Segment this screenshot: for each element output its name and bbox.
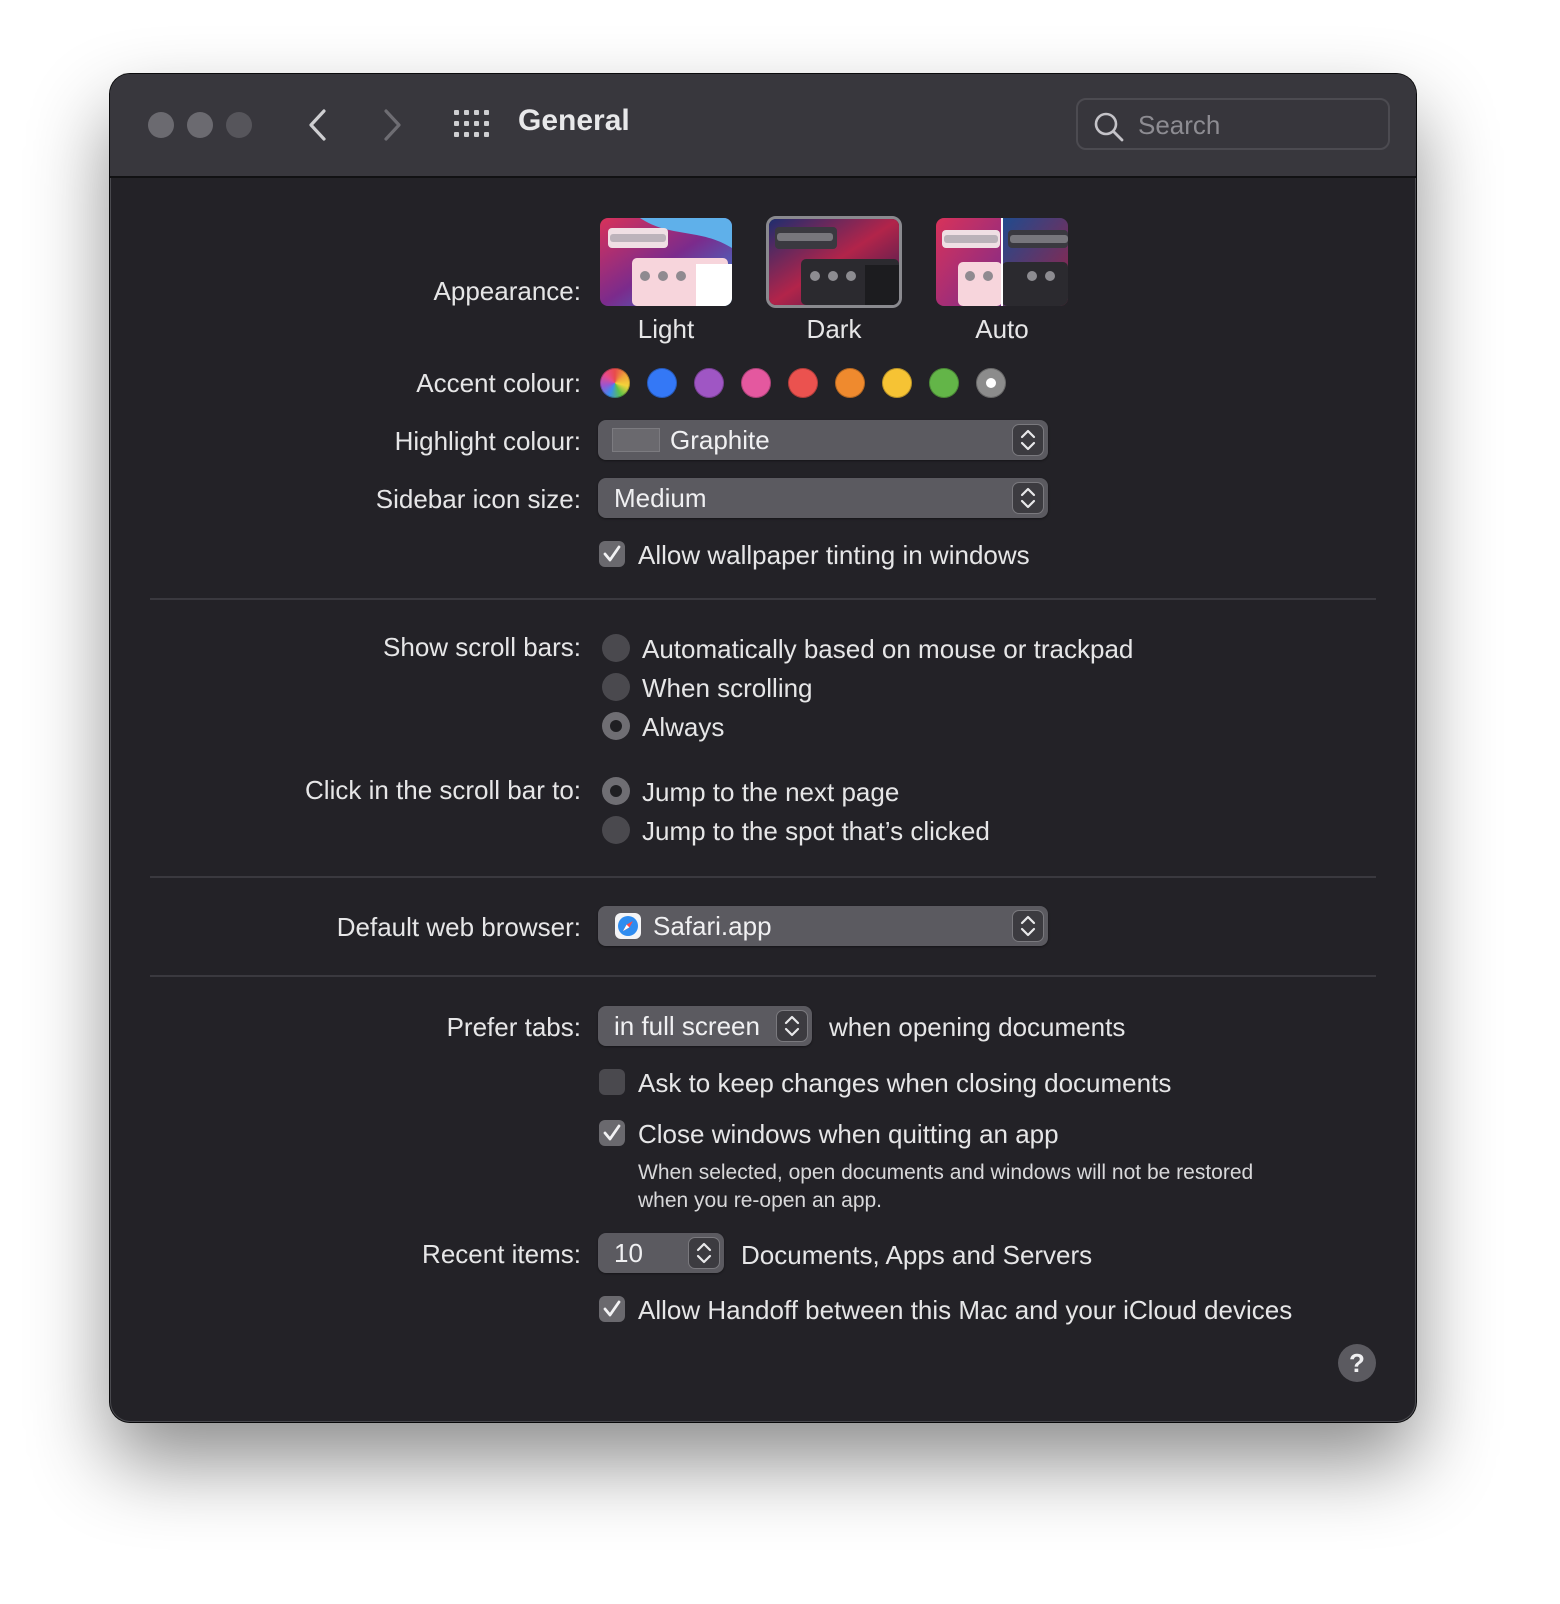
accent-pink-swatch[interactable]: [741, 368, 771, 398]
updown-arrows-icon: [776, 1010, 808, 1042]
click-spot-clicked-radio[interactable]: [602, 816, 630, 844]
show-all-button[interactable]: [454, 110, 490, 138]
recent-items-suffix: Documents, Apps and Servers: [741, 1240, 1093, 1270]
appearance-label: Appearance:: [433, 276, 581, 306]
ask-keep-changes-label: Ask to keep changes when closing documen…: [638, 1068, 1172, 1098]
appearance-light-option[interactable]: [600, 218, 732, 306]
scroll-bars-always-radio[interactable]: [602, 712, 630, 740]
updown-arrows-icon: [688, 1237, 720, 1269]
dark-appearance-preview-icon: [769, 219, 899, 305]
ask-keep-changes-checkbox[interactable]: [599, 1069, 625, 1095]
checkmark-icon: [603, 545, 621, 562]
back-button[interactable]: [298, 104, 338, 146]
appearance-dark-label: Dark: [806, 314, 862, 344]
show-scroll-bars-label: Show scroll bars:: [383, 632, 581, 662]
section-divider: [150, 598, 1376, 600]
sidebar-icon-size-popup[interactable]: Medium: [598, 478, 1048, 518]
close-windows-note-line2: when you re-open an app.: [638, 1189, 883, 1212]
scroll-bars-automatic-radio[interactable]: [602, 634, 630, 662]
safari-icon: [615, 913, 641, 939]
recent-items-label: Recent items:: [422, 1239, 581, 1269]
prefer-tabs-popup[interactable]: in full screen: [598, 1006, 812, 1046]
click-scroll-bar-label: Click in the scroll bar to:: [305, 775, 581, 805]
scroll-bars-when-scrolling-radio[interactable]: [602, 673, 630, 701]
scroll-bars-when-scrolling-label: When scrolling: [642, 673, 813, 703]
system-preferences-window: General Appearance: Light: [110, 74, 1416, 1422]
auto-appearance-preview-icon: [936, 218, 1068, 306]
accent-orange-swatch[interactable]: [835, 368, 865, 398]
updown-arrows-icon: [1012, 424, 1044, 456]
accent-green-swatch[interactable]: [929, 368, 959, 398]
scroll-bars-automatic-label: Automatically based on mouse or trackpad: [642, 634, 1134, 664]
chevron-right-icon: [384, 109, 401, 141]
checkmark-icon: [603, 1300, 621, 1317]
click-next-page-radio[interactable]: [602, 777, 630, 805]
handoff-checkbox[interactable]: [599, 1296, 625, 1322]
window-title: General: [518, 104, 630, 137]
appearance-dark-option[interactable]: [766, 216, 902, 308]
search-field[interactable]: [1076, 98, 1390, 150]
title-bar: General: [110, 74, 1416, 178]
help-button[interactable]: ?: [1338, 1344, 1376, 1382]
chevron-left-icon: [309, 109, 326, 141]
default-browser-label: Default web browser:: [336, 912, 581, 942]
wallpaper-tinting-label: Allow wallpaper tinting in windows: [638, 540, 1030, 570]
accent-colour-label: Accent colour:: [416, 368, 581, 398]
help-label: ?: [1349, 1348, 1365, 1378]
scroll-bars-always-label: Always: [642, 712, 725, 742]
recent-items-popup[interactable]: 10: [598, 1233, 724, 1273]
selected-indicator-icon: [986, 378, 996, 388]
section-divider: [150, 876, 1376, 878]
highlight-colour-label: Highlight colour:: [394, 426, 581, 456]
appearance-auto-option[interactable]: [936, 218, 1068, 306]
recent-items-value: 10: [614, 1238, 643, 1268]
forward-button[interactable]: [372, 104, 412, 146]
zoom-window-button[interactable]: [226, 112, 252, 138]
close-windows-note-line1: When selected, open documents and window…: [638, 1161, 1254, 1184]
checkmark-icon: [603, 1124, 621, 1141]
prefer-tabs-suffix: when opening documents: [829, 1012, 1126, 1042]
updown-arrows-icon: [1012, 482, 1044, 514]
handoff-label: Allow Handoff between this Mac and your …: [638, 1295, 1293, 1325]
sidebar-icon-size-value: Medium: [614, 483, 707, 513]
close-windows-label: Close windows when quitting an app: [638, 1119, 1059, 1149]
accent-red-swatch[interactable]: [788, 368, 818, 398]
accent-blue-swatch[interactable]: [647, 368, 677, 398]
updown-arrows-icon: [1012, 910, 1044, 942]
accent-purple-swatch[interactable]: [694, 368, 724, 398]
sidebar-icon-size-label: Sidebar icon size:: [375, 484, 581, 514]
search-input[interactable]: [1136, 108, 1380, 142]
accent-multicolour-swatch[interactable]: [600, 368, 630, 398]
accent-graphite-swatch[interactable]: [976, 368, 1006, 398]
prefer-tabs-label: Prefer tabs:: [446, 1012, 581, 1042]
appearance-light-label: Light: [637, 314, 695, 344]
minimize-window-button[interactable]: [187, 112, 213, 138]
wallpaper-tinting-checkbox[interactable]: [599, 541, 625, 567]
highlight-colour-value: Graphite: [670, 425, 770, 455]
default-browser-value: Safari.app: [653, 911, 772, 941]
prefer-tabs-value: in full screen: [614, 1011, 760, 1041]
close-window-button[interactable]: [148, 112, 174, 138]
section-divider: [150, 975, 1376, 977]
click-next-page-label: Jump to the next page: [642, 777, 900, 807]
light-appearance-preview-icon: [600, 218, 732, 306]
search-icon: [1094, 112, 1124, 142]
click-spot-clicked-label: Jump to the spot that’s clicked: [642, 816, 990, 846]
grid-icon: [454, 110, 489, 137]
appearance-auto-label: Auto: [975, 314, 1029, 344]
close-windows-checkbox[interactable]: [599, 1120, 625, 1146]
default-browser-popup[interactable]: Safari.app: [598, 906, 1048, 946]
accent-yellow-swatch[interactable]: [882, 368, 912, 398]
highlight-swatch: [612, 428, 660, 452]
highlight-colour-popup[interactable]: Graphite: [598, 420, 1048, 460]
